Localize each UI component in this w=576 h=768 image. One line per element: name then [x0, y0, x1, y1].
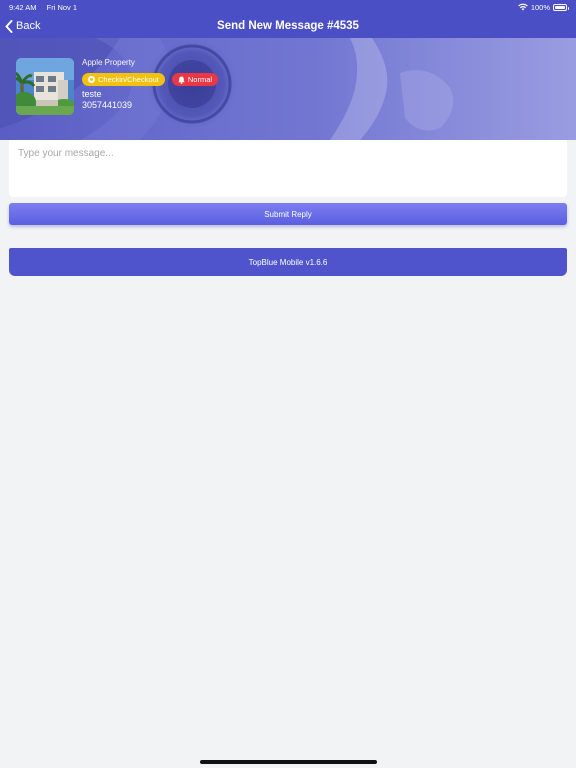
- badges: Checkin/Checkout Normal: [82, 73, 219, 87]
- status-date: Fri Nov 1: [46, 2, 78, 12]
- home-indicator[interactable]: [200, 760, 377, 764]
- category-badge: Checkin/Checkout: [82, 73, 165, 86]
- guest-name: teste: [82, 89, 102, 99]
- circle-icon: [88, 76, 95, 83]
- version-bar: TopBlue Mobile v1.6.6: [9, 248, 567, 276]
- priority-badge-label: Normal: [187, 75, 213, 84]
- submit-reply-button[interactable]: Submit Reply: [9, 203, 567, 225]
- chevron-left-icon: [5, 19, 13, 33]
- status-time: 9:42 AM: [9, 2, 37, 12]
- battery-fill: [555, 5, 565, 9]
- status-bar: 9:42 AM Fri Nov 1 100%: [0, 0, 576, 14]
- status-left: 9:42 AM Fri Nov 1: [9, 3, 85, 12]
- property-info: Apple Property Checkin/Checkout Normal t…: [82, 58, 219, 110]
- bell-icon: [178, 76, 185, 84]
- property-header: Apple Property Checkin/Checkout Normal t…: [0, 38, 576, 140]
- message-input[interactable]: [9, 140, 567, 197]
- category-badge-label: Checkin/Checkout: [98, 75, 159, 84]
- back-label: Back: [16, 20, 41, 32]
- priority-badge: Normal: [171, 73, 219, 86]
- wifi-icon: [518, 3, 528, 11]
- back-button[interactable]: Back: [5, 17, 40, 35]
- guest-phone[interactable]: 3057441039: [82, 100, 218, 110]
- submit-reply-label: Submit Reply: [264, 209, 312, 219]
- status-right: 100%: [518, 2, 569, 12]
- property-name: Apple Property: [82, 58, 135, 67]
- nav-bar: Back Send New Message #4535: [0, 14, 576, 38]
- property-image: [16, 58, 74, 115]
- battery-icon: [553, 3, 569, 11]
- battery-percent: 100%: [530, 2, 550, 12]
- page-title: Send New Message #4535: [217, 20, 359, 32]
- app-version: TopBlue Mobile v1.6.6: [248, 257, 328, 267]
